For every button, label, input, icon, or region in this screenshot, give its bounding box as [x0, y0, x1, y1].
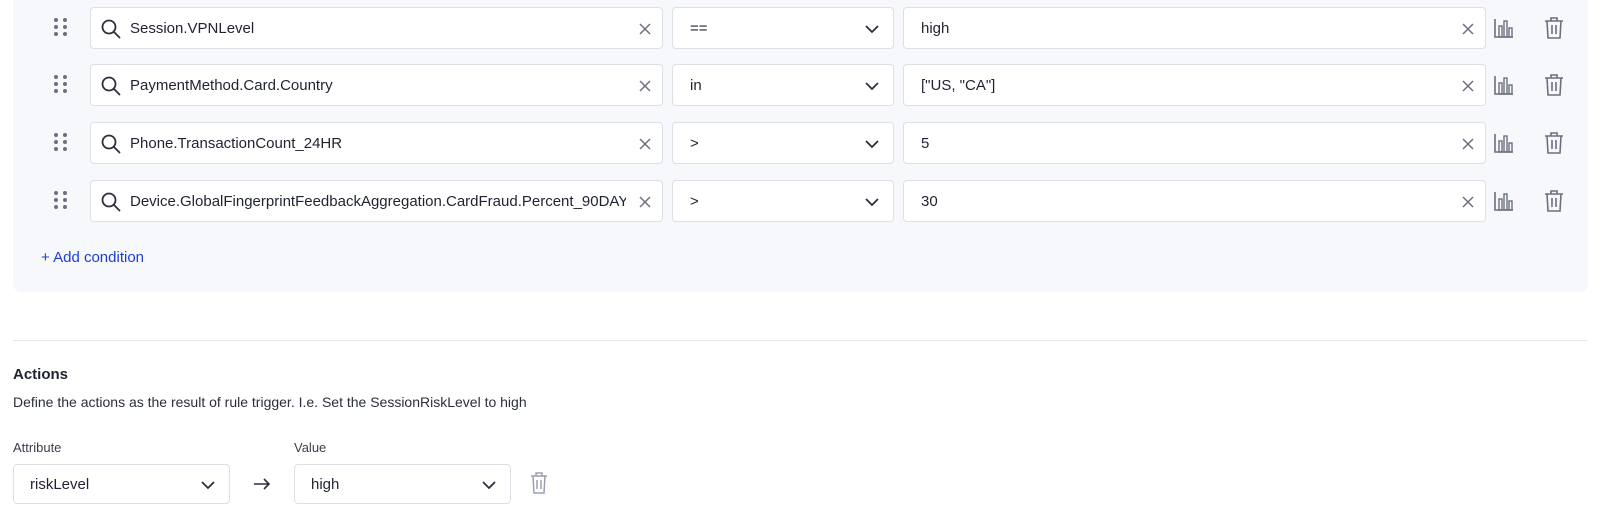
clear-icon[interactable]	[1461, 22, 1475, 36]
clear-icon[interactable]	[1461, 195, 1475, 209]
clear-icon[interactable]	[1461, 137, 1475, 151]
condition-value-text: 5	[921, 134, 930, 152]
condition-row: PaymentMethod.Card.Country in ["US, "CA"…	[13, 64, 1588, 106]
condition-value-input[interactable]: 30	[903, 180, 1486, 222]
bar-chart-icon[interactable]	[1492, 73, 1516, 97]
condition-attribute-input[interactable]: PaymentMethod.Card.Country	[90, 64, 663, 106]
condition-attribute-text: Phone.TransactionCount_24HR	[130, 134, 343, 152]
attribute-label: Attribute	[13, 440, 62, 455]
chevron-down-icon	[201, 481, 215, 490]
condition-row: Phone.TransactionCount_24HR > 5	[13, 122, 1588, 164]
condition-value-input[interactable]: high	[903, 7, 1486, 49]
condition-row: Session.VPNLevel == high	[13, 7, 1588, 49]
condition-operator-text: >	[690, 192, 699, 210]
trash-icon[interactable]	[1543, 16, 1565, 40]
condition-operator-select[interactable]: >	[672, 180, 894, 222]
drag-handle-icon[interactable]	[54, 18, 68, 38]
condition-value-text: 30	[921, 192, 938, 210]
drag-handle-icon[interactable]	[54, 133, 68, 153]
search-icon	[101, 19, 121, 39]
divider	[13, 340, 1588, 341]
condition-attribute-input[interactable]: Session.VPNLevel	[90, 7, 663, 49]
drag-handle-icon[interactable]	[54, 191, 68, 211]
condition-attribute-text: Session.VPNLevel	[130, 19, 255, 37]
arrow-right-icon	[254, 478, 271, 490]
clear-icon[interactable]	[1461, 79, 1475, 93]
condition-operator-text: in	[690, 76, 702, 94]
add-condition-button[interactable]: + Add condition	[41, 249, 144, 266]
condition-value-text: high	[921, 19, 950, 37]
clear-icon[interactable]	[638, 195, 652, 209]
chevron-down-icon	[865, 25, 879, 34]
condition-operator-text: ==	[690, 19, 708, 37]
condition-operator-select[interactable]: in	[672, 64, 894, 106]
condition-operator-select[interactable]: >	[672, 122, 894, 164]
trash-icon[interactable]	[530, 472, 548, 494]
chevron-down-icon	[865, 140, 879, 149]
condition-operator-select[interactable]: ==	[672, 7, 894, 49]
condition-value-input[interactable]: 5	[903, 122, 1486, 164]
condition-attribute-text: Device.GlobalFingerprintFeedbackAggregat…	[130, 192, 626, 210]
search-icon	[101, 76, 121, 96]
trash-icon[interactable]	[1543, 189, 1565, 213]
bar-chart-icon[interactable]	[1492, 131, 1516, 155]
condition-attribute-input[interactable]: Phone.TransactionCount_24HR	[90, 122, 663, 164]
action-value-select[interactable]: high	[294, 464, 511, 504]
condition-row: Device.GlobalFingerprintFeedbackAggregat…	[13, 180, 1588, 222]
conditions-panel: Session.VPNLevel == high PaymentMethod.C…	[13, 0, 1588, 292]
action-value-value: high	[311, 476, 340, 493]
condition-attribute-text: PaymentMethod.Card.Country	[130, 76, 333, 94]
clear-icon[interactable]	[638, 22, 652, 36]
chevron-down-icon	[865, 198, 879, 207]
search-icon	[101, 134, 121, 154]
action-attribute-value: riskLevel	[30, 476, 90, 493]
bar-chart-icon[interactable]	[1492, 189, 1516, 213]
trash-icon[interactable]	[1543, 73, 1565, 97]
condition-value-text: ["US, "CA"]	[921, 76, 996, 94]
chevron-down-icon	[865, 82, 879, 91]
condition-value-input[interactable]: ["US, "CA"]	[903, 64, 1486, 106]
value-label: Value	[294, 440, 327, 455]
drag-handle-icon[interactable]	[54, 75, 68, 95]
chevron-down-icon	[482, 481, 496, 490]
search-icon	[101, 192, 121, 212]
actions-description: Define the actions as the result of rule…	[13, 394, 527, 410]
actions-title: Actions	[13, 366, 69, 383]
trash-icon[interactable]	[1543, 131, 1565, 155]
bar-chart-icon[interactable]	[1492, 16, 1516, 40]
clear-icon[interactable]	[638, 137, 652, 151]
clear-icon[interactable]	[638, 79, 652, 93]
condition-attribute-input[interactable]: Device.GlobalFingerprintFeedbackAggregat…	[90, 180, 663, 222]
action-attribute-select[interactable]: riskLevel	[13, 464, 230, 504]
condition-operator-text: >	[690, 134, 699, 152]
